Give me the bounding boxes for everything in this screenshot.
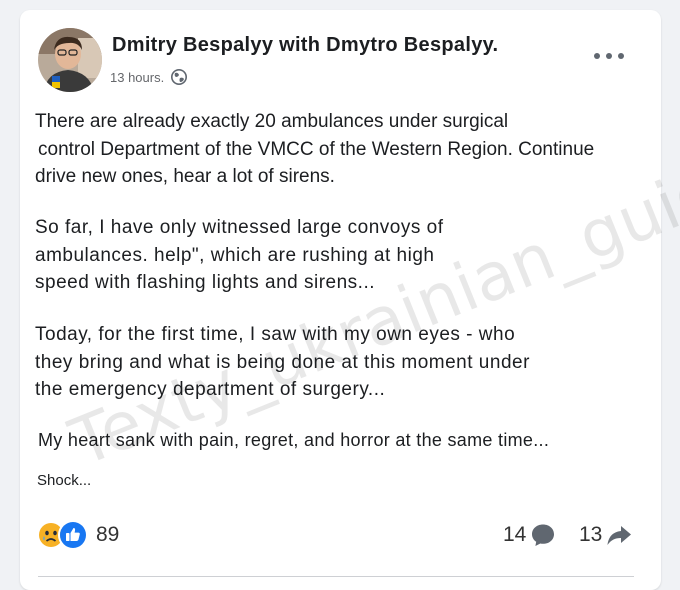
post-meta: 13 hours. [110, 68, 188, 86]
post-paragraph: There are already exactly 20 ambulances … [35, 108, 594, 191]
post-paragraph: Today, for the first time, I saw with my… [35, 321, 530, 404]
shares-count: 13 [579, 523, 603, 546]
post-text-line: There are already exactly 20 ambulances … [35, 111, 509, 132]
divider [38, 576, 634, 577]
post-text-line: drive new ones, hear a lot of sirens. [35, 166, 335, 188]
post-closing-text: Shock... [37, 472, 92, 489]
post-text-line: Today, for the first time, I saw with my… [35, 324, 516, 345]
post-text-line: So far, I have only witnessed large conv… [35, 217, 444, 238]
post-paragraph: My heart sank with pain, regret, and hor… [38, 427, 549, 453]
like-reaction-icon [58, 520, 88, 550]
more-options-icon[interactable] [594, 50, 624, 62]
globe-icon[interactable] [170, 68, 188, 86]
post-card: Dmitry Bespalyy with Dmytro Bespalyy. 13… [20, 10, 680, 590]
comment-icon [530, 522, 556, 548]
comments-count: 14 [503, 523, 527, 546]
post-text-line: they bring and what is being done at thi… [35, 351, 530, 373]
post-text-line: speed with flashing lights and sirens... [35, 272, 376, 294]
author-name[interactable]: Dmitry Bespalyy with Dmytro Bespalyy. [112, 34, 498, 57]
comments-stat[interactable]: 14 [503, 522, 556, 548]
post-text-line: control Department of the VMCC of the We… [38, 138, 595, 160]
share-icon [606, 522, 632, 548]
shares-stat[interactable]: 13 [579, 522, 632, 548]
author-avatar[interactable] [38, 28, 102, 92]
post-text-line: My heart sank with pain, regret, and hor… [38, 430, 550, 450]
reactions-count: 89 [96, 523, 120, 546]
reaction-summary[interactable]: 89 [38, 520, 119, 550]
post-paragraph: So far, I have only witnessed large conv… [35, 214, 444, 297]
post-text-line: ambulances. help", which are rushing at … [35, 244, 435, 266]
post-text-line: the emergency department of surgery... [35, 379, 386, 401]
post-timestamp[interactable]: 13 hours. [110, 70, 164, 85]
